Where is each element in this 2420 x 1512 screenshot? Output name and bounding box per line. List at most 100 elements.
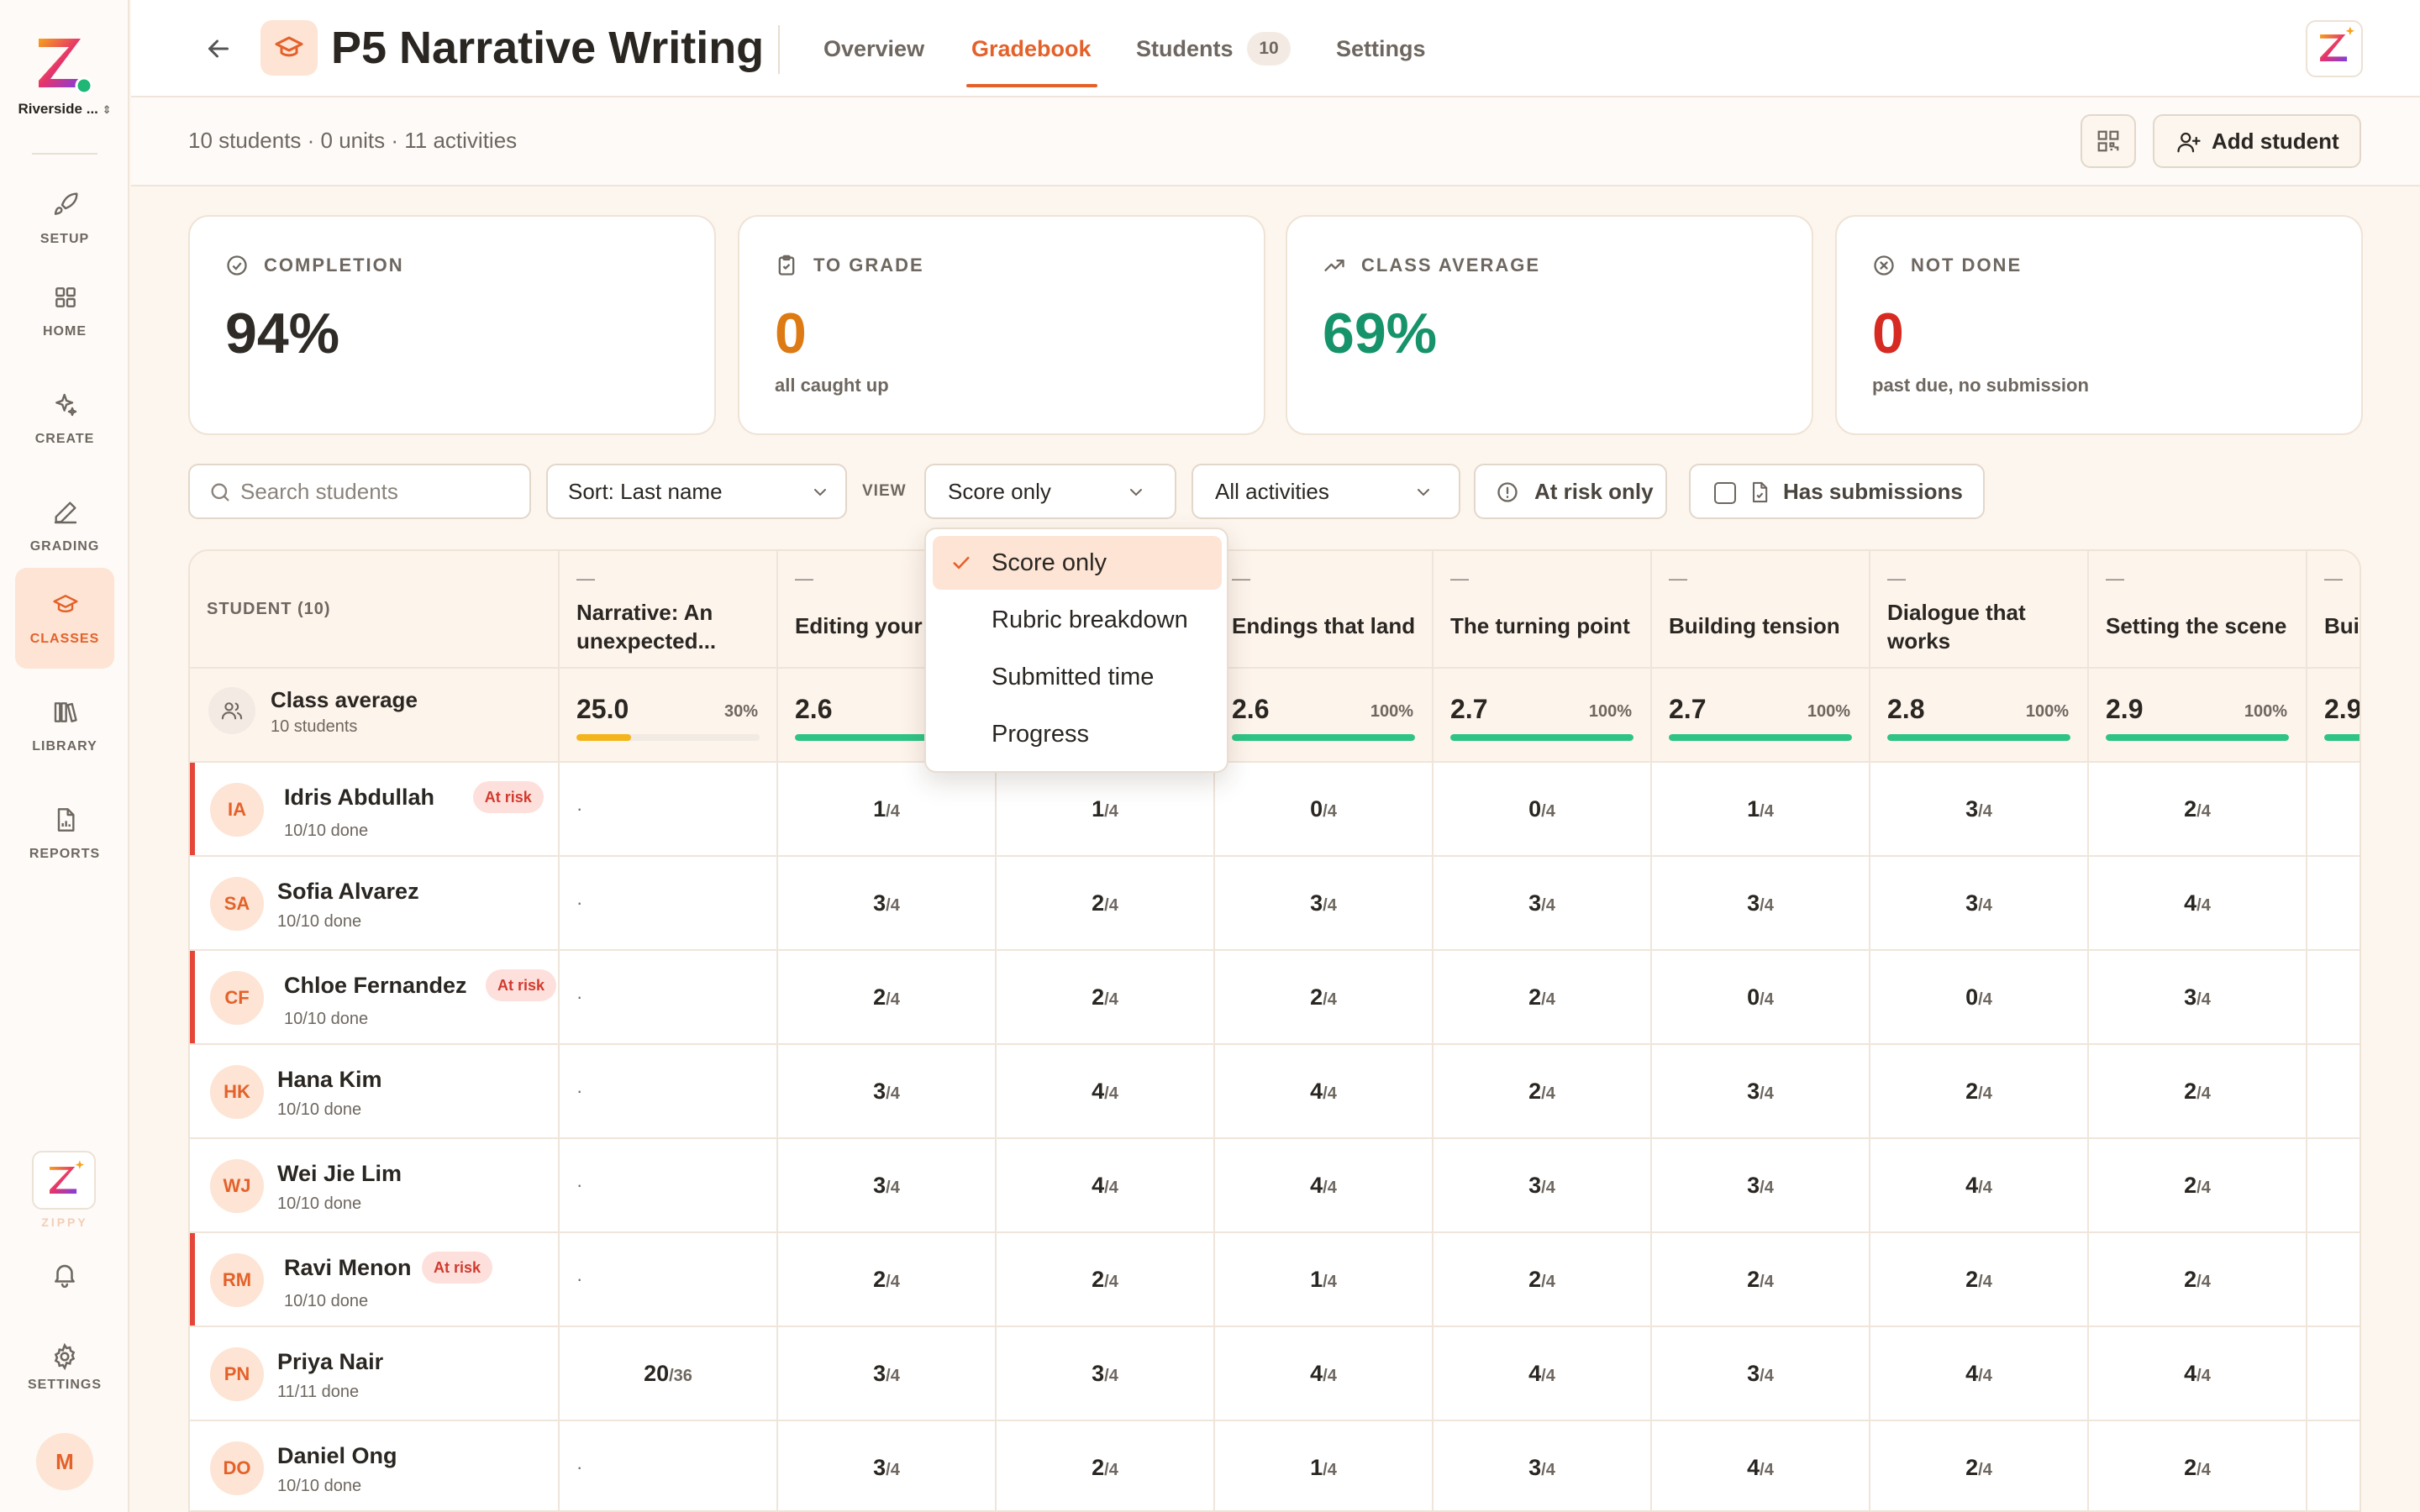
tab-gradebook[interactable]: Gradebook [971, 32, 1092, 66]
nav-create[interactable]: CREATE [15, 368, 114, 469]
add-student-button[interactable]: Add student [2153, 114, 2361, 168]
score-cell[interactable]: 4/4 [997, 1139, 1213, 1231]
nav-library[interactable]: LIBRARY [15, 675, 114, 776]
org-switcher[interactable]: Riverside ... ⇕ [0, 101, 129, 118]
score-cell[interactable]: 3/4 [1215, 857, 1432, 949]
score-cell[interactable]: 2/4 [2089, 1421, 2306, 1510]
score-cell[interactable]: 2/4 [2089, 763, 2306, 855]
score-cell[interactable]: 2/4 [1215, 951, 1432, 1043]
score-cell[interactable]: · [576, 1139, 582, 1231]
student-name[interactable]: Daniel Ong [277, 1443, 397, 1469]
tab-overview[interactable]: Overview [823, 32, 924, 66]
score-cell[interactable]: 2/4 [2089, 1233, 2306, 1326]
nav-setup[interactable]: SETUP [15, 168, 114, 269]
score-cell[interactable]: 3/4 [1652, 1327, 1869, 1420]
nav-home[interactable]: HOME [15, 260, 114, 361]
student-name[interactable]: Priya Nair [277, 1349, 383, 1375]
score-cell[interactable]: 4/4 [2089, 857, 2306, 949]
activity-column-header[interactable]: — The turning point [1434, 551, 1650, 669]
score-cell[interactable]: · [576, 951, 582, 1043]
score-cell[interactable]: 2/4 [2089, 1139, 2306, 1231]
student-column-header[interactable]: STUDENT (10) [207, 600, 331, 619]
score-cell[interactable]: 4/4 [997, 1045, 1213, 1137]
score-cell[interactable]: 3/4 [778, 1045, 995, 1137]
gear-icon[interactable] [50, 1342, 79, 1371]
table-row[interactable]: CF Chloe Fernandez 10/10 done At risk · 2/4 2/… [190, 951, 2360, 1043]
student-name[interactable]: Wei Jie Lim [277, 1161, 402, 1187]
activity-column-header[interactable]: — Setting the scene [2089, 551, 2306, 669]
student-name[interactable]: Hana Kim [277, 1067, 382, 1093]
score-cell[interactable]: 3/4 [778, 1327, 995, 1420]
view-select[interactable]: Score only [924, 464, 1176, 519]
score-cell[interactable]: 1/4 [1215, 1233, 1432, 1326]
score-cell[interactable]: · [576, 1421, 582, 1510]
score-cell[interactable]: 20/36 [560, 1327, 776, 1420]
score-cell[interactable]: 4/4 [1434, 1327, 1650, 1420]
score-cell[interactable]: 2/4 [1434, 1233, 1650, 1326]
score-cell[interactable]: 3/4 [778, 1421, 995, 1510]
view-option-score-only[interactable]: Score only [933, 536, 1222, 590]
score-cell[interactable]: 2/4 [997, 857, 1213, 949]
score-cell[interactable]: 0/4 [1652, 951, 1869, 1043]
table-row[interactable]: IA Idris Abdullah 10/10 done At risk · 1/4 1/4… [190, 763, 2360, 855]
settings-label[interactable]: SETTINGS [0, 1378, 129, 1393]
student-name[interactable]: Chloe Fernandez [284, 973, 467, 999]
score-cell[interactable]: 2/4 [778, 951, 995, 1043]
score-cell[interactable]: 2/4 [1870, 1421, 2087, 1510]
sort-select[interactable]: Sort: Last name [546, 464, 847, 519]
score-cell[interactable]: 0/4 [1870, 951, 2087, 1043]
score-cell[interactable]: 3/4 [997, 1327, 1213, 1420]
score-cell[interactable]: 4/4 [1652, 1421, 1869, 1510]
zippy-assistant-button[interactable] [2306, 20, 2363, 77]
score-cell[interactable]: 2/4 [997, 951, 1213, 1043]
student-name[interactable]: Sofia Alvarez [277, 879, 419, 905]
nav-reports[interactable]: REPORTS [15, 783, 114, 884]
at-risk-filter-button[interactable]: At risk only [1474, 464, 1667, 519]
score-cell[interactable]: 2/4 [2089, 1045, 2306, 1137]
score-cell[interactable]: 3/4 [2089, 951, 2306, 1043]
score-cell[interactable]: 2/4 [1870, 1045, 2087, 1137]
score-cell[interactable]: 3/4 [778, 1139, 995, 1231]
score-cell[interactable]: · [576, 857, 582, 949]
view-option-rubric-breakdown[interactable]: Rubric breakdown [933, 593, 1222, 647]
activity-column-header[interactable]: — Narrative: An unexpected... [560, 551, 776, 669]
score-cell[interactable]: 3/4 [1434, 1139, 1650, 1231]
table-row[interactable]: PN Priya Nair 11/11 done 20/36 3/4 3/4 4/4 4/4 3… [190, 1327, 2360, 1420]
activity-column-header[interactable]: — Dialogue that works [1870, 551, 2087, 669]
score-cell[interactable]: 4/4 [1215, 1327, 1432, 1420]
score-cell[interactable]: 4/4 [1870, 1139, 2087, 1231]
score-cell[interactable]: 1/4 [997, 763, 1213, 855]
tab-students[interactable]: Students [1136, 32, 1234, 66]
score-cell[interactable]: 3/4 [1652, 1045, 1869, 1137]
table-row[interactable]: DO Daniel Ong 10/10 done · 3/4 2/4 1/4 3/4 4/4 2/… [190, 1421, 2360, 1510]
table-row[interactable]: RM Ravi Menon 10/10 done At risk · 2/4 2/4 1/4 2… [190, 1233, 2360, 1326]
score-cell[interactable]: · [576, 1045, 582, 1137]
score-cell[interactable]: 0/4 [1215, 763, 1432, 855]
view-option-submitted-time[interactable]: Submitted time [933, 650, 1222, 704]
score-cell[interactable]: 3/4 [1870, 857, 2087, 949]
score-cell[interactable]: 4/4 [1215, 1139, 1432, 1231]
score-cell[interactable]: 3/4 [1434, 857, 1650, 949]
score-cell[interactable]: · [576, 1233, 582, 1326]
score-cell[interactable]: 3/4 [1870, 763, 2087, 855]
score-cell[interactable]: 2/4 [1434, 1045, 1650, 1137]
score-cell[interactable]: 3/4 [1652, 857, 1869, 949]
score-cell[interactable]: 2/4 [997, 1421, 1213, 1510]
score-cell[interactable]: 4/4 [1870, 1327, 2087, 1420]
score-cell[interactable]: 3/4 [778, 857, 995, 949]
org-logo-icon[interactable] [34, 34, 93, 95]
user-avatar[interactable]: M [36, 1433, 93, 1490]
score-cell[interactable]: 0/4 [1434, 763, 1650, 855]
score-cell[interactable]: 3/4 [1434, 1421, 1650, 1510]
score-cell[interactable]: 2/4 [1652, 1233, 1869, 1326]
score-cell[interactable]: 1/4 [1215, 1421, 1432, 1510]
score-cell[interactable]: 2/4 [1434, 951, 1650, 1043]
qr-code-button[interactable] [2081, 114, 2136, 168]
table-row[interactable]: HK Hana Kim 10/10 done · 3/4 4/4 4/4 2/4 3/4 2/4 2… [190, 1045, 2360, 1137]
score-cell[interactable]: 4/4 [1215, 1045, 1432, 1137]
bell-icon[interactable] [50, 1260, 79, 1289]
table-row[interactable]: WJ Wei Jie Lim 10/10 done · 3/4 4/4 4/4 3/4 3/4 4… [190, 1139, 2360, 1231]
score-cell[interactable]: 1/4 [778, 763, 995, 855]
search-input[interactable] [240, 477, 509, 506]
activity-column-header[interactable]: — Building tension [1652, 551, 1869, 669]
